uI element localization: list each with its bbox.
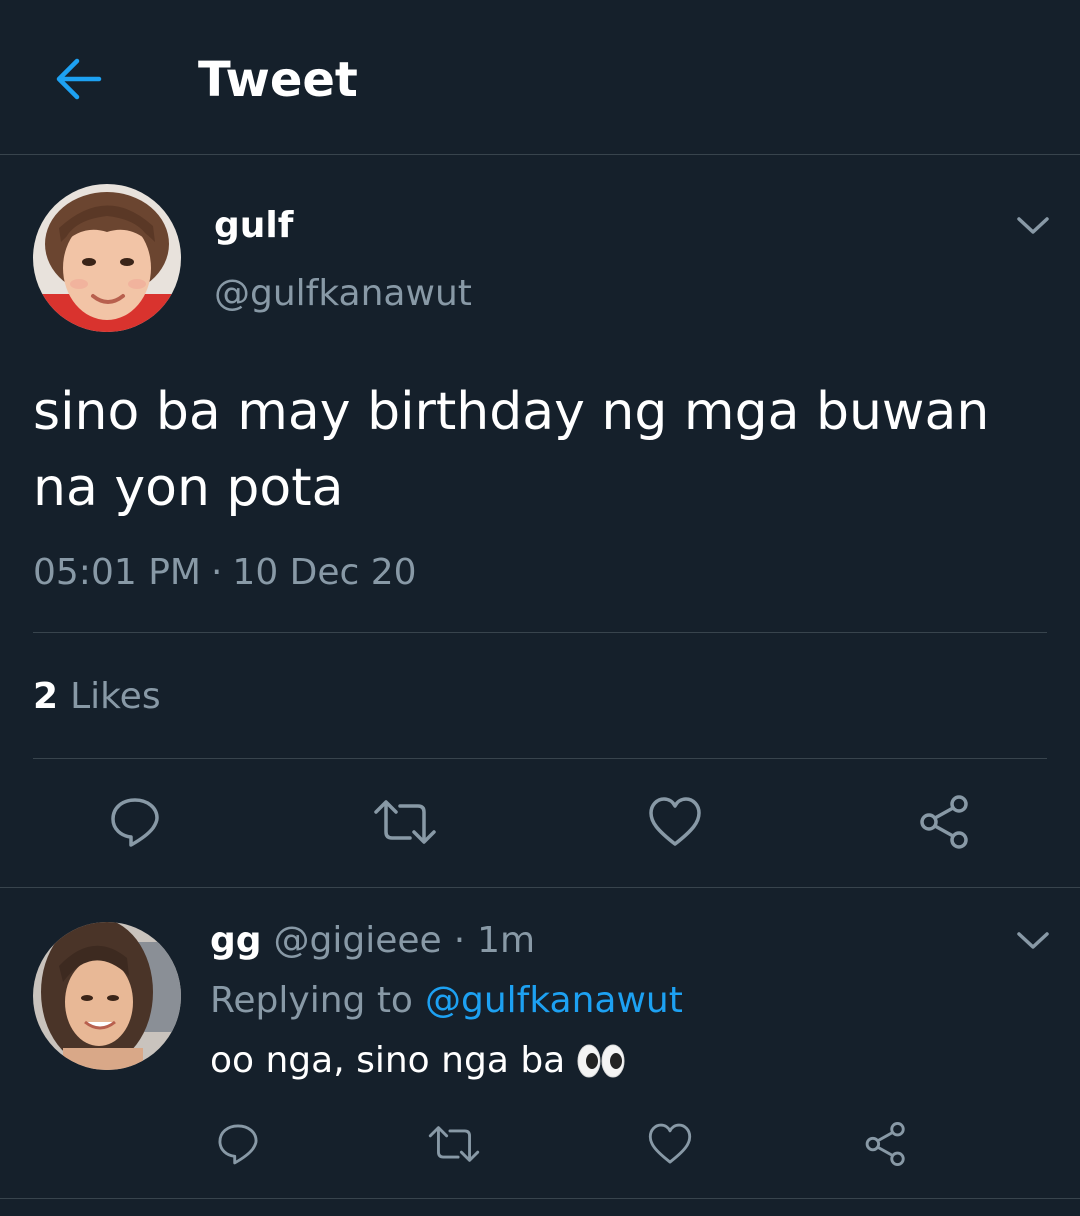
user-photo [33, 184, 181, 332]
reply-author-name[interactable]: gg [210, 918, 262, 964]
avatar[interactable] [33, 184, 181, 332]
retweet-button[interactable] [365, 782, 445, 862]
reply-more-options-button[interactable] [1013, 920, 1053, 960]
tweet-time: 05:01 PM [33, 552, 201, 593]
replying-to: Replying to @gulfkanawut [210, 978, 683, 1024]
likes-count: 2 [33, 676, 59, 717]
chevron-down-icon [1017, 217, 1049, 234]
eyes-emoji-icon [577, 1043, 625, 1079]
more-options-button[interactable] [1013, 205, 1053, 245]
likes-stat[interactable]: 2 Likes [33, 674, 161, 720]
divider [0, 1198, 1080, 1199]
author-handle[interactable]: @gulfkanawut [214, 272, 472, 316]
reply-reply-button[interactable] [206, 1112, 270, 1176]
reply-button[interactable] [95, 782, 175, 862]
like-icon [649, 797, 701, 846]
divider [33, 632, 1047, 633]
author-name[interactable]: gulf [214, 204, 293, 248]
reply-time[interactable]: 1m [477, 918, 535, 964]
arrow-left-icon [56, 58, 102, 100]
retweet-icon [428, 1126, 480, 1162]
tweet-text: sino ba may birthday ng mga buwan na yon… [33, 382, 990, 518]
reply-text: oo nga, sino nga ba [210, 1040, 566, 1081]
reply-share-button[interactable] [854, 1112, 918, 1176]
reply-icon [111, 798, 159, 847]
top-bar [0, 0, 1080, 155]
reply-like-button[interactable] [638, 1112, 702, 1176]
reply-retweet-button[interactable] [422, 1112, 486, 1176]
retweet-icon [374, 800, 436, 844]
reply-header: gg @gigieee · 1m [210, 918, 535, 964]
avatar[interactable] [33, 922, 181, 1070]
share-button[interactable] [905, 782, 985, 862]
like-button[interactable] [635, 782, 715, 862]
like-icon [648, 1123, 692, 1164]
page-title: Tweet [198, 52, 358, 108]
reply-text-row: oo nga, sino nga ba [210, 1038, 625, 1084]
chevron-down-icon [1017, 932, 1049, 949]
back-button[interactable] [40, 44, 116, 114]
divider [0, 887, 1080, 888]
share-icon [865, 1122, 905, 1166]
replying-label: Replying to [210, 980, 413, 1021]
reply-separator: · [453, 920, 466, 961]
replying-to-link[interactable]: @gulfkanawut [425, 978, 683, 1024]
divider [33, 758, 1047, 759]
tweet-date[interactable]: 10 Dec 20 [232, 550, 416, 596]
share-icon [920, 795, 968, 849]
likes-label: Likes [70, 676, 161, 717]
user-photo [33, 922, 181, 1070]
reply-icon [218, 1124, 258, 1165]
tweet-timestamp: 05:01 PM · 10 Dec 20 [33, 550, 417, 596]
reply-author-handle[interactable]: @gigieee [274, 918, 442, 964]
timestamp-separator: · [210, 552, 223, 593]
